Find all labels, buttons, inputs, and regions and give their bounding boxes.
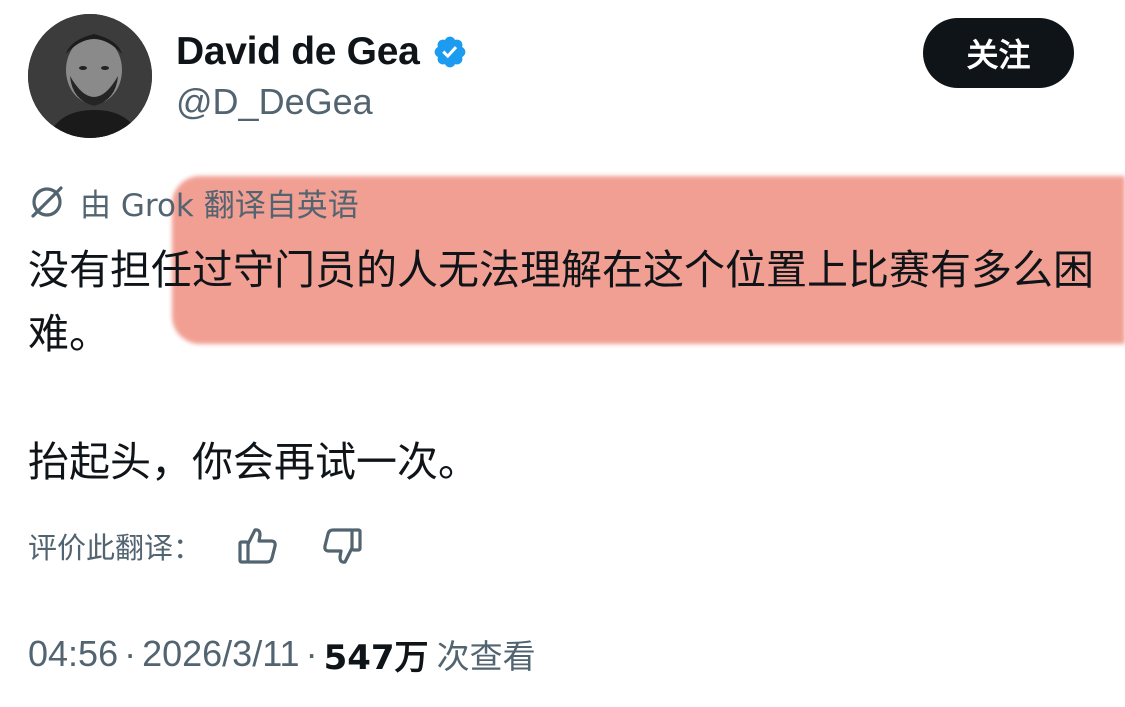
separator: · [124, 633, 137, 674]
user-handle[interactable]: @D_DeGea [176, 81, 373, 123]
display-name[interactable]: David de Gea [176, 30, 420, 74]
avatar[interactable] [28, 14, 152, 138]
rate-translation-label: 评价此翻译： [28, 531, 203, 565]
tweet-paragraph: 没有担任过守门员的人无法理解在这个位置上比赛有多么困难。 [28, 246, 1094, 358]
tweet-meta: 04:56 · 2026/3/11 · 547万 次查看 [28, 630, 536, 678]
follow-button[interactable]: 关注 [923, 18, 1074, 88]
tweet-time[interactable]: 04:56 [28, 633, 118, 675]
tweet-paragraph: 抬起头，你会再试一次。 [28, 438, 479, 486]
verified-badge-icon[interactable] [432, 34, 468, 70]
thumbs-down-icon[interactable] [320, 524, 364, 568]
views-label: 次查看 [436, 637, 536, 676]
translation-notice-text: 由 Grok 翻译自英语 [80, 187, 359, 224]
tweet-date[interactable]: 2026/3/11 [142, 633, 299, 675]
tweet-text: 没有担任过守门员的人无法理解在这个位置上比赛有多么困难。 抬起头，你会再试一次。 [28, 238, 1098, 494]
translation-notice: 由 Grok 翻译自英语 [28, 180, 359, 224]
display-name-row: David de Gea [176, 28, 468, 76]
grok-icon [28, 183, 66, 221]
thumbs-up-icon[interactable] [236, 524, 280, 568]
rate-translation-row: 评价此翻译： [28, 522, 364, 570]
separator: · [305, 633, 318, 674]
avatar-photo [28, 14, 152, 138]
views-count[interactable]: 547万 [324, 630, 429, 679]
